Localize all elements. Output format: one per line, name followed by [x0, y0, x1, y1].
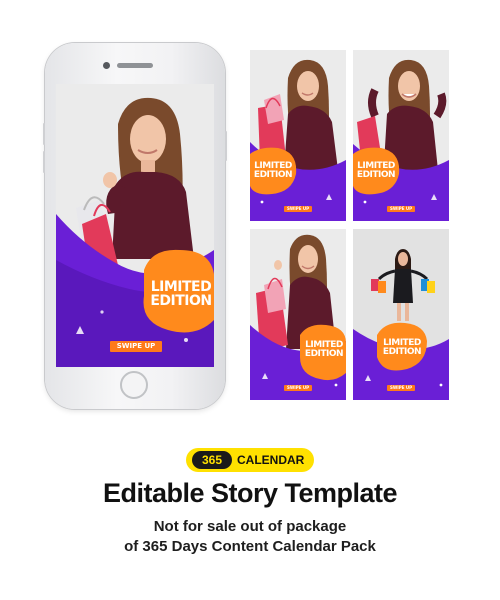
home-button[interactable]	[120, 371, 148, 399]
story-main-artwork	[56, 97, 214, 367]
badge-line-2: EDITION	[356, 170, 396, 180]
story-thumbnail-3[interactable]: LIMITED EDITION SWIPE UP	[250, 229, 346, 400]
swipe-up-button[interactable]: SWIPE UP	[387, 385, 415, 391]
limited-edition-badge: LIMITED EDITION	[379, 339, 425, 357]
thumbnail-artwork	[250, 59, 346, 221]
story-thumbnail-2[interactable]: LIMITED EDITION SWIPE UP	[353, 50, 449, 221]
calendar-brand-badge: 365 CALENDAR	[186, 448, 314, 472]
phone-speaker	[117, 63, 153, 68]
phone-volume-button	[43, 151, 45, 173]
swipe-up-button[interactable]: SWIPE UP	[387, 206, 415, 212]
swipe-up-button[interactable]: SWIPE UP	[110, 341, 162, 352]
subtitle-line-2: of 365 Days Content Calendar Pack	[124, 538, 376, 555]
badge-line-1: LIMITED	[150, 279, 212, 295]
brand-word: CALENDAR	[237, 453, 305, 467]
front-camera	[103, 62, 110, 69]
limited-edition-badge: LIMITED EDITION	[251, 162, 295, 180]
phone-mockup: LIMITED EDITION SWIPE UP	[43, 43, 227, 409]
phone-screen: LIMITED EDITION SWIPE UP	[56, 84, 214, 367]
thumbnail-artwork	[353, 229, 449, 400]
thumbnail-artwork	[353, 59, 449, 221]
thumbnail-artwork	[250, 234, 346, 400]
limited-edition-badge: LIMITED EDITION	[302, 341, 346, 359]
badge-line-2: EDITION	[253, 170, 293, 180]
swipe-up-button[interactable]: SWIPE UP	[284, 206, 312, 212]
badge-line-2: EDITION	[304, 349, 344, 359]
phone-power-button	[225, 131, 227, 161]
brand-number: 365	[192, 451, 232, 469]
phone-volume-button	[43, 123, 45, 145]
story-main: LIMITED EDITION SWIPE UP	[56, 84, 214, 367]
badge-line-2: EDITION	[382, 347, 422, 357]
limited-edition-badge: LIMITED EDITION	[148, 280, 214, 308]
subtitle-line-1: Not for sale out of package	[153, 518, 347, 535]
story-thumbnail-4[interactable]: LIMITED EDITION SWIPE UP	[353, 229, 449, 400]
badge-line-2: EDITION	[150, 293, 212, 309]
page-title: Editable Story Template	[102, 478, 398, 508]
limited-edition-badge: LIMITED EDITION	[354, 162, 398, 180]
swipe-up-button[interactable]: SWIPE UP	[284, 385, 312, 391]
story-thumbnail-1[interactable]: LIMITED EDITION SWIPE UP	[250, 50, 346, 221]
